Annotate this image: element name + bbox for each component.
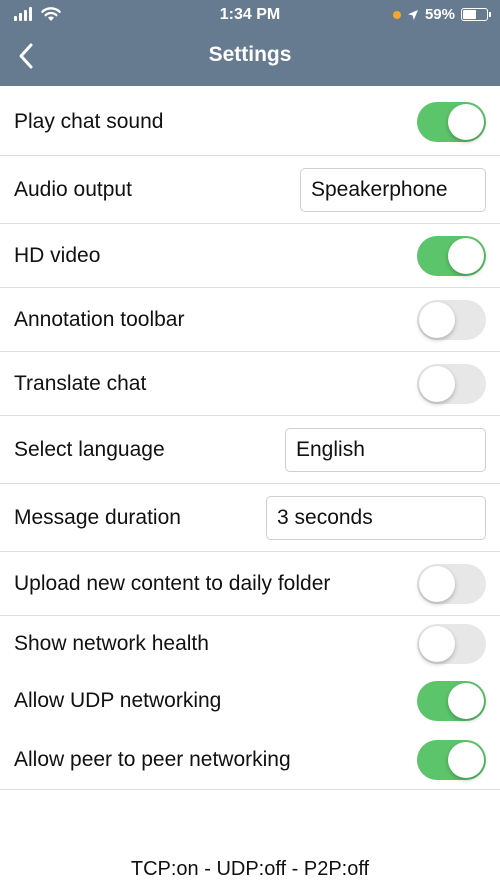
show-network-health-toggle[interactable]: [417, 624, 486, 664]
toggle-knob: [419, 626, 455, 662]
setting-label: Annotation toolbar: [14, 307, 185, 331]
setting-row-hd-video: HD video: [0, 224, 500, 288]
setting-label: Audio output: [14, 177, 132, 201]
battery-percent: 59%: [424, 6, 455, 23]
toggle-knob: [448, 683, 484, 719]
settings-list: Play chat sound Audio output Speakerphon…: [0, 88, 500, 790]
setting-label: Allow UDP networking: [14, 689, 222, 712]
setting-row-upload-daily-folder: Upload new content to daily folder: [0, 552, 500, 616]
message-duration-select[interactable]: 3 seconds: [266, 495, 486, 540]
setting-label: Translate chat: [14, 371, 147, 395]
play-chat-sound-toggle[interactable]: [417, 101, 486, 142]
setting-label: Select language: [14, 437, 165, 461]
setting-label: Show network health: [14, 632, 209, 655]
battery-icon: [461, 8, 491, 21]
toggle-knob: [419, 565, 455, 602]
setting-row-allow-udp: Allow UDP networking: [0, 672, 500, 730]
setting-label: Upload new content to daily folder: [14, 571, 331, 595]
language-select[interactable]: English: [285, 427, 486, 472]
translate-chat-toggle[interactable]: [417, 363, 486, 404]
setting-row-message-duration: Message duration 3 seconds: [0, 484, 500, 552]
setting-row-annotation-toolbar: Annotation toolbar: [0, 288, 500, 352]
toggle-knob: [448, 237, 484, 274]
allow-p2p-toggle[interactable]: [417, 739, 486, 780]
allow-udp-toggle[interactable]: [417, 681, 486, 721]
annotation-toolbar-toggle[interactable]: [417, 299, 486, 340]
status-bar: 1:34 PM 59%: [0, 0, 500, 30]
setting-row-translate-chat: Translate chat: [0, 352, 500, 416]
toggle-knob: [448, 103, 484, 140]
status-right: 59%: [392, 6, 491, 23]
setting-row-audio-output: Audio output Speakerphone: [0, 156, 500, 224]
hd-video-toggle[interactable]: [417, 235, 486, 276]
audio-output-select[interactable]: Speakerphone: [300, 167, 486, 212]
upload-daily-folder-toggle[interactable]: [417, 563, 486, 604]
location-arrow-icon: [407, 9, 418, 20]
header: 1:34 PM 59% Settings: [0, 0, 500, 86]
toggle-knob: [448, 741, 484, 778]
setting-row-select-language: Select language English: [0, 416, 500, 484]
page-title: Settings: [208, 43, 292, 66]
nav-bar: Settings: [0, 30, 500, 86]
network-status-text: TCP:on - UDP:off - P2P:off: [130, 858, 370, 880]
location-dot-icon: [392, 10, 401, 19]
setting-row-show-network-health: Show network health: [0, 616, 500, 672]
setting-label: Allow peer to peer networking: [14, 747, 291, 771]
setting-label: HD video: [14, 243, 101, 267]
setting-label: Message duration: [14, 505, 181, 529]
setting-row-play-chat-sound: Play chat sound: [0, 88, 500, 156]
setting-row-allow-p2p: Allow peer to peer networking: [0, 730, 500, 790]
toggle-knob: [419, 365, 455, 402]
setting-label: Play chat sound: [14, 109, 164, 133]
battery-fill: [463, 10, 476, 19]
toggle-knob: [419, 301, 455, 338]
